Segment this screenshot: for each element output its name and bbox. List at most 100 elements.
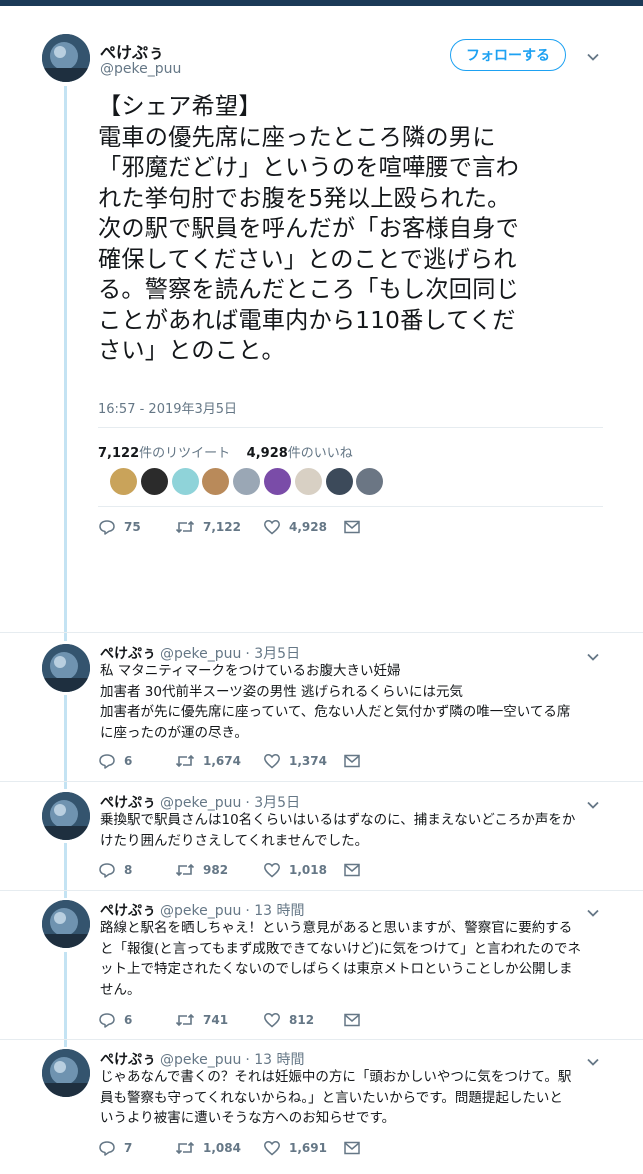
author-name[interactable]: ぺけぷぅ (100, 903, 156, 919)
reply-header: ぺけぷぅ @peke_puu · 3月5日 (100, 643, 300, 663)
like-button[interactable]: 812 (263, 1011, 343, 1029)
reply-icon (99, 754, 115, 769)
divider (0, 890, 643, 891)
thread-line (64, 86, 67, 641)
tweet-text-line: 確保してください」とのことで逃げられ (98, 245, 517, 273)
chevron-down-icon[interactable] (586, 50, 600, 64)
liker-avatar[interactable] (233, 468, 261, 495)
author-name[interactable]: ぺけぷぅ (100, 1052, 156, 1068)
liker-avatar[interactable] (202, 468, 230, 495)
author-name[interactable]: ぺけぷぅ (100, 646, 156, 662)
message-button[interactable] (343, 861, 369, 879)
like-count[interactable]: 4,928 (247, 446, 288, 461)
liker-avatar[interactable] (294, 468, 322, 495)
reply-header: ぺけぷぅ @peke_puu · 3月5日 (100, 792, 300, 812)
avatar[interactable] (42, 34, 90, 82)
message-button[interactable] (343, 752, 369, 770)
reply-text: じゃあなんで書くの？それは妊娠中の方に「頭おかしいやつに気をつけて。駅 員も警察… (100, 1067, 605, 1129)
action-bar: 75 7,122 4,928 (98, 518, 369, 536)
timestamp[interactable]: 16:57 - 2019年3月5日 (98, 398, 237, 417)
reply-text-line: じゃあなんで書くの？それは妊娠中の方に「頭おかしいやつに気をつけて。駅 (100, 1069, 572, 1085)
like-button[interactable]: 4,928 (263, 518, 343, 536)
author-name[interactable]: ぺけぷぅ (100, 39, 164, 63)
reply-text-line: いうより被害に遭いそうな方へのお知らせです。 (100, 1110, 396, 1126)
divider (0, 1039, 643, 1040)
author-name[interactable]: ぺけぷぅ (100, 795, 156, 811)
reply-icon (99, 863, 115, 878)
retweet-icon (175, 863, 195, 877)
like-label[interactable]: 件のいいね (288, 446, 353, 461)
retweet-button[interactable]: 741 (175, 1011, 263, 1029)
author-handle[interactable]: @peke_puu (160, 1052, 241, 1068)
tweet-text-line: る。警察を読んだところ「もし次回同じ (98, 276, 519, 303)
retweet-count: 1,674 (203, 754, 241, 768)
envelope-icon (344, 520, 360, 534)
message-button[interactable] (343, 1139, 369, 1157)
avatar[interactable] (42, 1049, 90, 1097)
avatar[interactable] (42, 792, 90, 840)
like-button[interactable]: 1,374 (263, 752, 343, 770)
author-handle[interactable]: @peke_puu (100, 61, 181, 77)
author-handle[interactable]: @peke_puu (160, 903, 241, 919)
retweet-count[interactable]: 7,122 (98, 446, 139, 461)
retweet-count: 7,122 (203, 520, 241, 534)
author-handle[interactable]: @peke_puu (160, 795, 241, 811)
like-button[interactable]: 1,691 (263, 1139, 343, 1157)
reply-time[interactable]: · 3月5日 (245, 646, 300, 662)
reply-button[interactable]: 75 (98, 518, 175, 536)
reply-button[interactable]: 8 (98, 861, 175, 879)
reply-text: 私 マタニティマークをつけているお腹大きい妊婦 加害者 30代前半スーツ姿の男性… (100, 661, 605, 743)
reply-icon (99, 1141, 115, 1156)
liker-avatar[interactable] (171, 468, 199, 495)
retweet-button[interactable]: 1,674 (175, 752, 263, 770)
reply-text-line: と「報復(と言ってもまず成敗できてないけど)に気をつけて」と言われたのでネ (100, 940, 582, 957)
reply-time[interactable]: · 13 時間 (245, 1052, 304, 1068)
reply-count: 6 (124, 754, 133, 768)
envelope-icon (344, 754, 360, 768)
retweet-button[interactable]: 1,084 (175, 1139, 263, 1157)
retweet-count: 1,084 (203, 1141, 241, 1155)
retweet-icon (175, 1013, 195, 1027)
reply-text-line: に座ったのが運の尽き。 (100, 724, 248, 741)
thread-line (64, 952, 67, 1047)
tweet-text-line: 次の駅で駅員を呼んだが「お客様自身で (98, 215, 519, 242)
reply-button[interactable]: 7 (98, 1139, 175, 1157)
tweet-text: 【シェア希望】 電車の優先席に座ったところ隣の男に 「邪魔だどけ」というのを喧嘩… (98, 92, 618, 367)
top-strip (0, 0, 643, 6)
message-button[interactable] (343, 1011, 369, 1029)
tweet-text-line: れた挙句肘でお腹を5発以上殴られた。 (98, 184, 511, 212)
action-bar: 6 741 812 (98, 1011, 369, 1029)
divider (98, 506, 603, 507)
tweet-text-line: ことがあれば電車内から110番してくだ (98, 306, 516, 334)
retweet-label[interactable]: 件のリツイート (139, 446, 230, 461)
like-count: 812 (289, 1013, 315, 1027)
heart-icon (264, 520, 280, 535)
author-handle[interactable]: @peke_puu (160, 646, 241, 662)
retweet-button[interactable]: 7,122 (175, 518, 263, 536)
liker-avatar[interactable] (263, 468, 291, 495)
reply-button[interactable]: 6 (98, 1011, 175, 1029)
envelope-icon (344, 1013, 360, 1027)
reply-time[interactable]: · 13 時間 (245, 903, 304, 919)
reply-count: 7 (124, 1141, 133, 1155)
follow-button[interactable]: フォローする (450, 39, 566, 71)
liker-avatar[interactable] (325, 468, 353, 495)
liker-avatar[interactable] (356, 468, 384, 495)
action-bar: 6 1,674 1,374 (98, 752, 369, 770)
reply-text-line: 員も警察も守ってくれないからね。」と言いたいからです。問題提起したいと (100, 1089, 563, 1106)
message-button[interactable] (343, 518, 369, 536)
reply-button[interactable]: 6 (98, 752, 175, 770)
reply-text-line: 乗換駅で駅員さんは10名くらいはいるはずなのに、捕まえないどころか声をか (100, 812, 576, 828)
liker-avatars (110, 468, 387, 496)
heart-icon (264, 1141, 280, 1156)
avatar[interactable] (42, 900, 90, 948)
reply-time[interactable]: · 3月5日 (245, 795, 300, 811)
liker-avatar[interactable] (140, 468, 168, 495)
like-button[interactable]: 1,018 (263, 861, 343, 879)
liker-avatar[interactable] (110, 468, 137, 495)
retweet-button[interactable]: 982 (175, 861, 263, 879)
reply-icon (99, 1013, 115, 1028)
divider (98, 427, 603, 428)
avatar[interactable] (42, 644, 90, 692)
reply-text-line: 私 マタニティマークをつけているお腹大きい妊婦 (100, 663, 401, 679)
